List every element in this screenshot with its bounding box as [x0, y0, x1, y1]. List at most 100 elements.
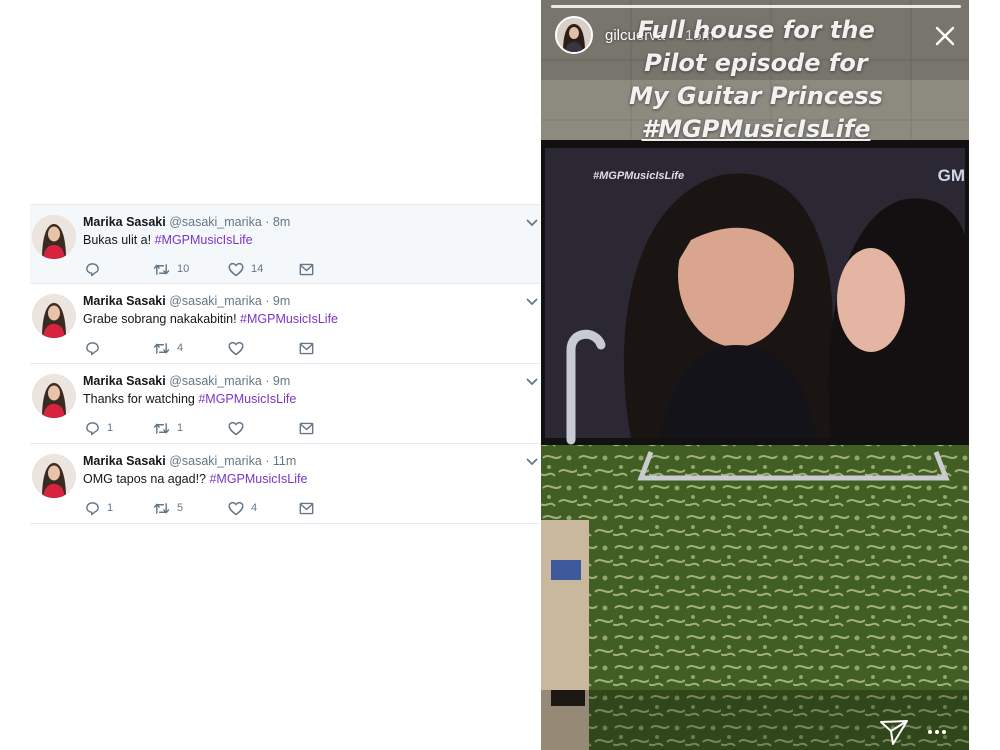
tweet-feed: Marika Sasaki @sasaki_marika · 8m Bukas …	[30, 204, 540, 524]
author-handle[interactable]: @sasaki_marika	[169, 374, 262, 388]
reply-icon	[86, 341, 99, 355]
reply-count: 1	[107, 502, 114, 514]
envelope-icon	[299, 422, 314, 434]
author-handle[interactable]: @sasaki_marika	[169, 454, 262, 468]
tweet-header: Marika Sasaki @sasaki_marika · 8m	[83, 215, 290, 229]
tweet-header: Marika Sasaki @sasaki_marika · 11m	[83, 454, 296, 468]
tweet-time[interactable]: 9m	[273, 374, 290, 388]
tweet-time[interactable]: 8m	[273, 215, 290, 229]
tweet-time[interactable]: 9m	[273, 294, 290, 308]
hashtag-link[interactable]: #MGPMusicIsLife	[209, 472, 307, 486]
caption-line: Pilot episode for	[644, 49, 868, 77]
hashtag-link[interactable]: #MGPMusicIsLife	[198, 392, 296, 406]
tweet[interactable]: Marika Sasaki @sasaki_marika · 9m Thanks…	[30, 364, 540, 444]
separator-dot: ·	[265, 215, 270, 229]
retweet-count: 5	[177, 502, 184, 514]
tweet[interactable]: Marika Sasaki @sasaki_marika · 11m OMG t…	[30, 444, 540, 524]
chevron-down-icon[interactable]	[524, 296, 540, 308]
reply-button[interactable]	[85, 340, 107, 356]
tweet-header: Marika Sasaki @sasaki_marika · 9m	[83, 294, 290, 308]
envelope-icon	[299, 263, 314, 275]
tweet-text: Grabe sobrang nakakabitin! #MGPMusicIsLi…	[83, 312, 338, 326]
story-viewer[interactable]: gilcuerva 15m Full house for the Pilot e…	[541, 0, 969, 750]
retweet-icon	[153, 263, 170, 275]
reply-button[interactable]	[85, 261, 107, 277]
like-button[interactable]	[228, 340, 251, 356]
like-button[interactable]: 4	[228, 500, 257, 516]
retweet-icon	[153, 422, 170, 434]
separator-dot: ·	[265, 374, 270, 388]
avatar[interactable]	[32, 454, 76, 498]
direct-message-button[interactable]	[299, 340, 314, 356]
tweet-text: Bukas ulit a! #MGPMusicIsLife	[83, 233, 253, 247]
reply-icon	[86, 262, 99, 276]
heart-icon	[228, 341, 244, 355]
like-button[interactable]: 14	[228, 261, 263, 277]
direct-message-button[interactable]	[299, 420, 314, 436]
author-handle[interactable]: @sasaki_marika	[169, 215, 262, 229]
heart-icon	[228, 421, 244, 435]
reply-icon	[86, 501, 99, 515]
story-progress-bar	[551, 5, 961, 8]
story-caption: Full house for the Pilot episode for My …	[611, 14, 901, 146]
separator-dot: ·	[265, 454, 270, 468]
tweet-text: OMG tapos na agad!? #MGPMusicIsLife	[83, 472, 307, 486]
tweet-actions: 1 5 4	[85, 500, 325, 516]
retweet-count: 1	[177, 422, 184, 434]
author-name[interactable]: Marika Sasaki	[83, 215, 166, 229]
chevron-down-icon[interactable]	[524, 376, 540, 388]
author-name[interactable]: Marika Sasaki	[83, 454, 166, 468]
tweet[interactable]: Marika Sasaki @sasaki_marika · 8m Bukas …	[30, 204, 540, 284]
tv-network-logo: GM	[937, 166, 965, 185]
caption-line: Full house for the	[637, 16, 875, 44]
tv-overlay-text: #MGPMusicIsLife	[593, 170, 685, 182]
tweet-text-body: Grabe sobrang nakakabitin!	[83, 312, 241, 326]
tweet-text-body: Bukas ulit a!	[83, 233, 155, 247]
close-icon[interactable]	[933, 24, 957, 48]
reply-button[interactable]: 1	[85, 500, 113, 516]
retweet-button[interactable]: 5	[153, 500, 183, 516]
tweet-text-body: Thanks for watching	[83, 392, 199, 406]
avatar[interactable]	[32, 215, 76, 259]
tweet[interactable]: Marika Sasaki @sasaki_marika · 9m Grabe …	[30, 284, 540, 364]
tweet-actions: 10 14	[85, 261, 325, 277]
hashtag-link[interactable]: #MGPMusicIsLife	[155, 233, 253, 247]
like-count: 14	[251, 263, 264, 275]
retweet-count: 4	[177, 342, 184, 354]
like-button[interactable]	[228, 420, 251, 436]
retweet-button[interactable]: 10	[153, 261, 189, 277]
tweet-header: Marika Sasaki @sasaki_marika · 9m	[83, 374, 290, 388]
tweet-text: Thanks for watching #MGPMusicIsLife	[83, 392, 296, 406]
envelope-icon	[299, 502, 314, 514]
retweet-count: 10	[177, 263, 190, 275]
tweet-actions: 1 1	[85, 420, 325, 436]
more-icon[interactable]	[926, 724, 948, 740]
direct-message-button[interactable]	[299, 261, 314, 277]
hashtag-link[interactable]: #MGPMusicIsLife	[240, 312, 338, 326]
tweet-actions: 4	[85, 340, 325, 356]
author-name[interactable]: Marika Sasaki	[83, 374, 166, 388]
send-icon[interactable]	[879, 718, 909, 746]
direct-message-button[interactable]	[299, 500, 314, 516]
caption-line: My Guitar Princess	[629, 82, 883, 110]
avatar[interactable]	[555, 16, 593, 54]
retweet-button[interactable]: 4	[153, 340, 183, 356]
caption-hashtag: #MGPMusicIsLife	[641, 115, 871, 143]
envelope-icon	[299, 342, 314, 354]
author-name[interactable]: Marika Sasaki	[83, 294, 166, 308]
chevron-down-icon[interactable]	[524, 456, 540, 468]
separator-dot: ·	[265, 294, 270, 308]
chevron-down-icon[interactable]	[524, 217, 540, 229]
like-count: 4	[251, 502, 258, 514]
retweet-button[interactable]: 1	[153, 420, 183, 436]
tweet-time[interactable]: 11m	[273, 454, 296, 468]
retweet-icon	[153, 502, 170, 514]
avatar[interactable]	[32, 294, 76, 338]
avatar[interactable]	[32, 374, 76, 418]
tweet-text-body: OMG tapos na agad!?	[83, 472, 210, 486]
reply-icon	[86, 421, 99, 435]
retweet-icon	[153, 342, 170, 354]
author-handle[interactable]: @sasaki_marika	[169, 294, 262, 308]
reply-button[interactable]: 1	[85, 420, 113, 436]
heart-icon	[228, 501, 244, 515]
